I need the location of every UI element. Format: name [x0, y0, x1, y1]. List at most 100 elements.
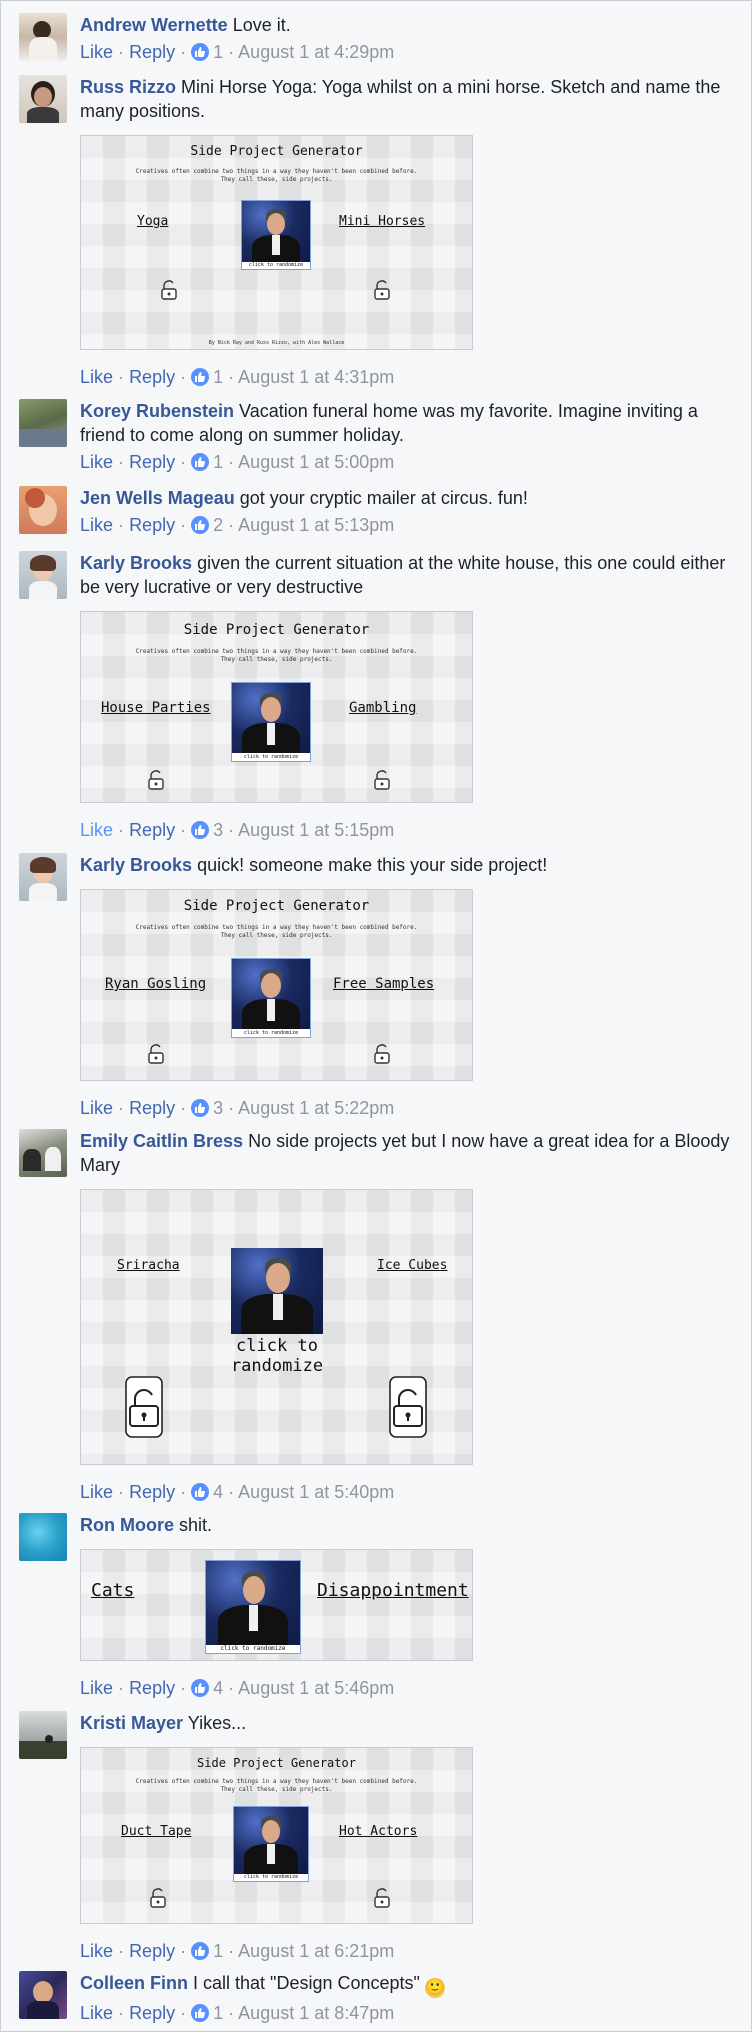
- randomize-caption[interactable]: click to randomize: [206, 1645, 300, 1653]
- thumbs-up-icon[interactable]: [191, 1942, 210, 1960]
- avatar[interactable]: [19, 1129, 67, 1177]
- reply-link[interactable]: Reply: [129, 42, 175, 62]
- comment-author[interactable]: Andrew Wernette: [80, 15, 228, 35]
- thumbs-up-icon[interactable]: [191, 368, 210, 386]
- randomize-image[interactable]: click to randomize: [231, 958, 311, 1038]
- like-link[interactable]: Like: [80, 1482, 113, 1502]
- avatar[interactable]: [19, 75, 67, 123]
- randomize-caption[interactable]: click to randomize: [221, 1336, 333, 1376]
- unlock-icon[interactable]: [149, 1888, 167, 1908]
- like-count[interactable]: 1: [213, 42, 223, 62]
- reply-link[interactable]: Reply: [129, 367, 175, 387]
- avatar[interactable]: [19, 1711, 67, 1759]
- side-project-embed[interactable]: Side Project Generator Creatives often c…: [80, 611, 473, 803]
- like-count[interactable]: 1: [213, 452, 223, 472]
- unlock-icon[interactable]: [389, 1376, 427, 1438]
- timestamp[interactable]: August 1 at 4:29pm: [238, 42, 394, 62]
- reply-link[interactable]: Reply: [129, 452, 175, 472]
- timestamp[interactable]: August 1 at 5:46pm: [238, 1678, 394, 1698]
- reply-link[interactable]: Reply: [129, 820, 175, 840]
- reply-link[interactable]: Reply: [129, 2003, 175, 2023]
- right-thing[interactable]: Ice Cubes: [377, 1258, 447, 1273]
- left-thing[interactable]: Ryan Gosling: [105, 976, 206, 992]
- like-count[interactable]: 4: [213, 1482, 223, 1502]
- like-count[interactable]: 2: [213, 515, 223, 535]
- reply-link[interactable]: Reply: [129, 1678, 175, 1698]
- reply-link[interactable]: Reply: [129, 1482, 175, 1502]
- thumbs-up-icon[interactable]: [191, 1679, 210, 1697]
- side-project-embed[interactable]: Sriracha click to randomize Ice Cubes: [80, 1189, 473, 1465]
- timestamp[interactable]: August 1 at 5:40pm: [238, 1482, 394, 1502]
- timestamp[interactable]: August 1 at 8:47pm: [238, 2003, 394, 2023]
- thumbs-up-icon[interactable]: [191, 2004, 210, 2022]
- reply-link[interactable]: Reply: [129, 1941, 175, 1961]
- left-thing[interactable]: House Parties: [101, 700, 211, 716]
- comment-author[interactable]: Jen Wells Mageau: [80, 488, 235, 508]
- comment-author[interactable]: Russ Rizzo: [80, 77, 176, 97]
- unlock-icon[interactable]: [147, 770, 165, 790]
- comment-author[interactable]: Emily Caitlin Bress: [80, 1131, 243, 1151]
- timestamp[interactable]: August 1 at 5:13pm: [238, 515, 394, 535]
- unlock-icon[interactable]: [125, 1376, 163, 1438]
- like-link[interactable]: Like: [80, 820, 113, 840]
- thumbs-up-icon[interactable]: [191, 43, 210, 61]
- like-count[interactable]: 3: [213, 1098, 223, 1118]
- randomize-image[interactable]: click to randomize: [241, 200, 311, 270]
- like-link[interactable]: Like: [80, 42, 113, 62]
- side-project-embed[interactable]: Side Project Generator Creatives often c…: [80, 889, 473, 1081]
- like-link[interactable]: Like: [80, 367, 113, 387]
- right-thing[interactable]: Disappointment: [317, 1580, 469, 1601]
- avatar[interactable]: [19, 13, 67, 61]
- randomize-image[interactable]: [231, 1248, 323, 1334]
- randomize-image[interactable]: click to randomize: [233, 1806, 309, 1882]
- left-thing[interactable]: Sriracha: [117, 1258, 180, 1273]
- timestamp[interactable]: August 1 at 4:31pm: [238, 367, 394, 387]
- unlock-icon[interactable]: [160, 280, 178, 300]
- unlock-icon[interactable]: [373, 1044, 391, 1064]
- randomize-image[interactable]: click to randomize: [231, 682, 311, 762]
- like-link[interactable]: Like: [80, 1941, 113, 1961]
- randomize-caption[interactable]: click to randomize: [234, 1874, 308, 1881]
- unlock-icon[interactable]: [373, 280, 391, 300]
- thumbs-up-icon[interactable]: [191, 1483, 210, 1501]
- like-link[interactable]: Like: [80, 452, 113, 472]
- left-thing[interactable]: Cats: [91, 1580, 134, 1601]
- avatar[interactable]: [19, 1971, 67, 2019]
- timestamp[interactable]: August 1 at 5:15pm: [238, 820, 394, 840]
- comment-author[interactable]: Korey Rubenstein: [80, 401, 234, 421]
- like-link[interactable]: Like: [80, 1678, 113, 1698]
- thumbs-up-icon[interactable]: [191, 453, 210, 471]
- thumbs-up-icon[interactable]: [191, 516, 210, 534]
- randomize-caption[interactable]: click to randomize: [232, 1029, 310, 1037]
- reply-link[interactable]: Reply: [129, 1098, 175, 1118]
- thumbs-up-icon[interactable]: [191, 821, 210, 839]
- like-count[interactable]: 1: [213, 2003, 223, 2023]
- randomize-image[interactable]: click to randomize: [205, 1560, 301, 1654]
- randomize-caption[interactable]: click to randomize: [232, 753, 310, 761]
- avatar[interactable]: [19, 853, 67, 901]
- like-count[interactable]: 4: [213, 1678, 223, 1698]
- side-project-embed[interactable]: Side Project Generator Creatives often c…: [80, 135, 473, 350]
- randomize-caption[interactable]: click to randomize: [242, 262, 310, 269]
- avatar[interactable]: [19, 399, 67, 447]
- avatar[interactable]: [19, 486, 67, 534]
- timestamp[interactable]: August 1 at 5:22pm: [238, 1098, 394, 1118]
- right-thing[interactable]: Gambling: [349, 700, 416, 716]
- side-project-embed[interactable]: Cats click to randomize Disappointment: [80, 1549, 473, 1661]
- unlock-icon[interactable]: [147, 1044, 165, 1064]
- like-link[interactable]: Like: [80, 1098, 113, 1118]
- like-count[interactable]: 1: [213, 1941, 223, 1961]
- avatar[interactable]: [19, 551, 67, 599]
- side-project-embed[interactable]: Side Project Generator Creatives often c…: [80, 1747, 473, 1924]
- timestamp[interactable]: August 1 at 5:00pm: [238, 452, 394, 472]
- comment-author[interactable]: Ron Moore: [80, 1515, 174, 1535]
- unlock-icon[interactable]: [373, 1888, 391, 1908]
- comment-author[interactable]: Kristi Mayer: [80, 1713, 183, 1733]
- reply-link[interactable]: Reply: [129, 515, 175, 535]
- left-thing[interactable]: Yoga: [137, 214, 168, 229]
- thumbs-up-icon[interactable]: [191, 1099, 210, 1117]
- timestamp[interactable]: August 1 at 6:21pm: [238, 1941, 394, 1961]
- like-link[interactable]: Like: [80, 515, 113, 535]
- left-thing[interactable]: Duct Tape: [121, 1824, 191, 1839]
- comment-author[interactable]: Karly Brooks: [80, 855, 192, 875]
